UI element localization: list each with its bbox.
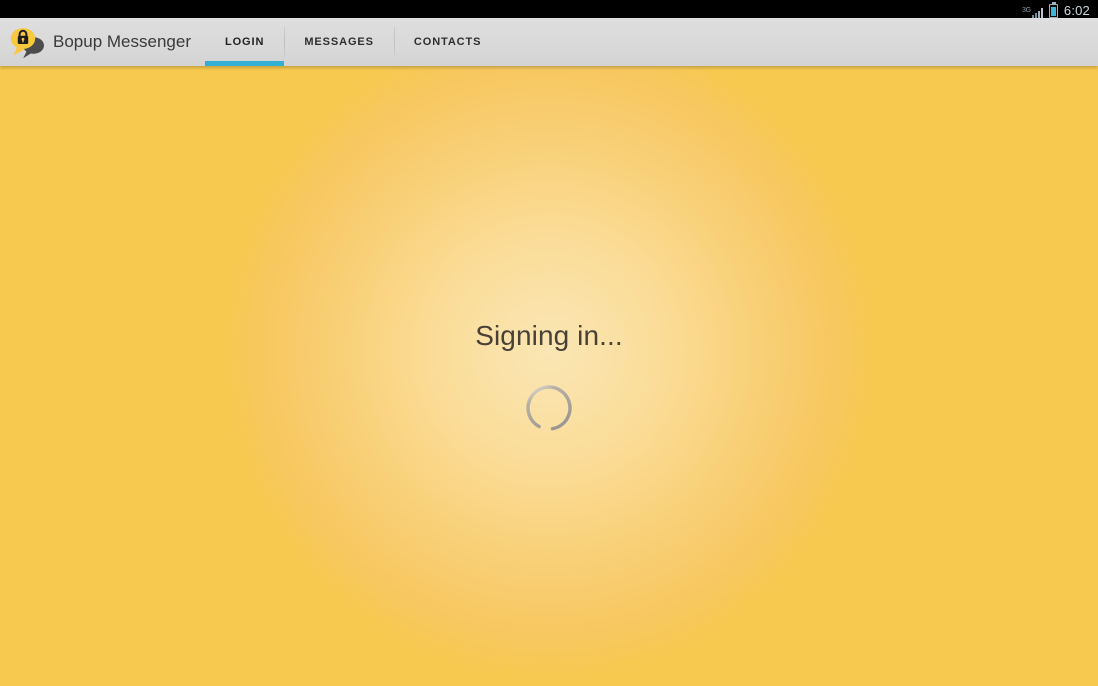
app-brand: Bopup Messenger — [0, 18, 205, 66]
signing-in-stack: Signing in... — [0, 66, 1098, 686]
status-bar-clock: 6:02 — [1063, 2, 1090, 18]
device-screen: 3G 6:02 Bopup Messenger LOGIN MESSAGES C… — [0, 0, 1098, 686]
battery-icon — [1048, 1, 1058, 18]
cellular-signal-icon: 3G — [1022, 3, 1043, 18]
action-bar: Bopup Messenger LOGIN MESSAGES CONTACTS — [0, 18, 1098, 66]
tab-login-label: LOGIN — [224, 36, 265, 48]
status-bar-right-icons: 3G 6:02 — [1022, 0, 1090, 19]
loading-spinner-icon — [523, 382, 575, 434]
signal-bars-icon — [1031, 7, 1043, 18]
app-title: Bopup Messenger — [53, 32, 191, 51]
tab-contacts[interactable]: CONTACTS — [393, 18, 502, 66]
network-type-label: 3G — [1021, 6, 1031, 14]
tab-login[interactable]: LOGIN — [204, 18, 285, 66]
signing-in-status-text: Signing in... — [475, 320, 623, 351]
bopup-lock-speech-bubble-logo — [8, 25, 46, 59]
tab-messages-label: MESSAGES — [304, 36, 374, 48]
tab-messages[interactable]: MESSAGES — [284, 18, 394, 66]
android-status-bar: 3G 6:02 — [0, 0, 1098, 18]
tab-contacts-label: CONTACTS — [413, 36, 482, 48]
tab-bar: LOGIN MESSAGES CONTACTS — [204, 18, 502, 66]
login-content-area: Signing in... — [0, 66, 1098, 686]
